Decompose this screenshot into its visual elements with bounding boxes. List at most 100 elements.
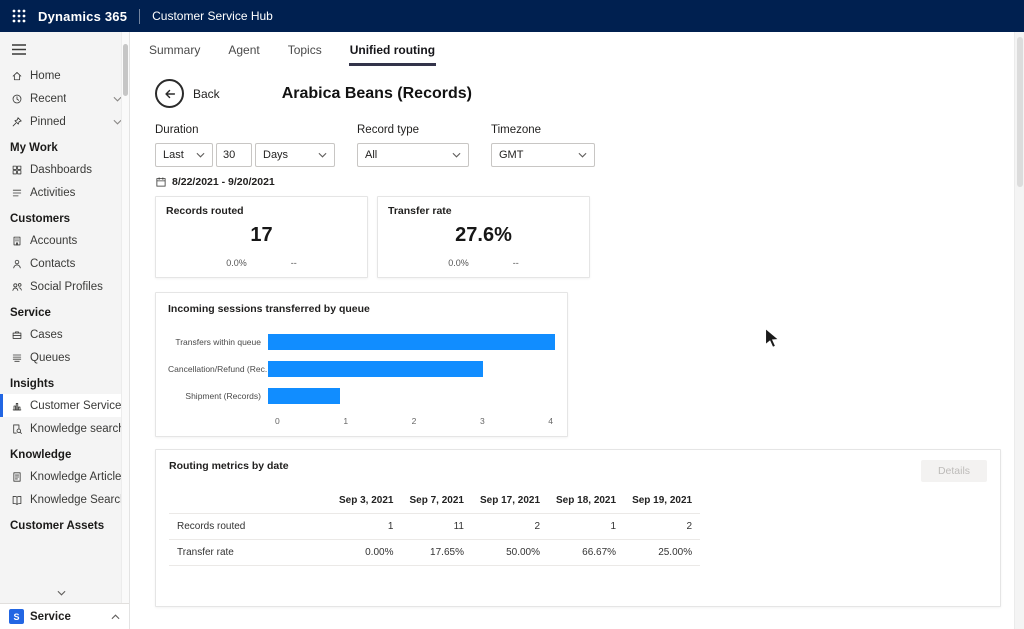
scrollbar-thumb[interactable] [123,44,128,96]
duration-filter: Duration Last Days [155,124,335,167]
back-arrow-icon [163,87,177,101]
person-icon [11,258,23,270]
sidebar-item-label: Accounts [30,235,77,247]
sessions-chart-card: Incoming sessions transferred by queue T… [155,292,568,437]
duration-mode-select[interactable]: Last [155,143,213,167]
duration-count-input[interactable] [216,143,252,167]
sidebar-item-pinned[interactable]: Pinned [0,110,129,133]
sidebar-item-activities[interactable]: Activities [0,181,129,204]
cell-value: 25.00% [624,540,700,566]
routing-metrics-card: Routing metrics by date Details Sep 3, 2… [155,449,1001,607]
sidebar-item-cases[interactable]: Cases [0,323,129,346]
sidebar-item-label: Recent [30,93,66,105]
sidebar-section-customers: Customers [0,204,129,229]
bar-chart: Transfers within queue Cancellation/Refun… [168,328,555,426]
sidebar-item-knowledge-articles[interactable]: Knowledge Articles [0,465,129,488]
kpi-change: 0.0% [448,258,469,268]
record-type-label: Record type [357,124,469,136]
bar-category-label: Transfers within queue [168,337,268,347]
tab-summary[interactable]: Summary [148,38,201,66]
book-icon [11,494,23,506]
sidebar-item-customer-service[interactable]: Customer Service ... [0,394,129,417]
sidebar-item-knowledge-search[interactable]: Knowledge search... [0,417,129,440]
duration-unit-select[interactable]: Days [255,143,335,167]
chevron-up-icon [111,614,120,620]
main-content: Summary Agent Topics Unified routing Back A… [130,32,1024,629]
sidebar-item-label: Pinned [30,116,66,128]
x-tick-label: 4 [548,416,553,426]
x-tick-label: 3 [480,416,485,426]
cell-value: 1 [548,514,624,540]
sidebar-item-contacts[interactable]: Contacts [0,252,129,275]
cell-value: 11 [401,514,471,540]
kpi-trend: -- [513,258,519,268]
bar[interactable] [268,334,555,350]
bar[interactable] [268,388,340,404]
sidebar-more-chevron-icon[interactable] [0,584,122,599]
tab-topics[interactable]: Topics [287,38,323,66]
sidebar-item-recent[interactable]: Recent [0,87,129,110]
sidebar-nav: HomeRecentPinnedMy WorkDashboardsActivit… [0,64,129,536]
calendar-icon [155,176,167,188]
activity-icon [11,187,23,199]
sidebar-item-home[interactable]: Home [0,64,129,87]
top-app-bar: Dynamics 365 Customer Service Hub [0,0,1024,32]
hamburger-menu-icon[interactable] [0,32,38,64]
sidebar-scrollbar[interactable] [121,32,129,603]
app-brand[interactable]: Dynamics 365 [38,9,127,24]
timezone-select[interactable]: GMT [491,143,595,167]
sidebar-item-label: Customer Service ... [30,400,122,412]
kpi-row: Records routed 17 0.0% -- Transfer rate … [155,196,1024,278]
column-header: Sep 19, 2021 [624,488,700,514]
back-label: Back [193,87,220,101]
chevron-down-icon [318,152,327,158]
table-row-transfer-rate: Transfer rate0.00%17.65%50.00%66.67%25.0… [169,540,700,566]
sidebar-section-insights: Insights [0,369,129,394]
column-header: Sep 18, 2021 [548,488,624,514]
chevron-down-icon [578,152,587,158]
tab-unified-routing[interactable]: Unified routing [349,38,436,66]
cell-value: 50.00% [472,540,548,566]
cell-value: 17.65% [401,540,471,566]
cell-value: 2 [472,514,548,540]
kpi-card-transfer-rate: Transfer rate 27.6% 0.0% -- [377,196,590,278]
back-button[interactable] [155,79,184,108]
date-range-text: 8/22/2021 - 9/20/2021 [172,176,275,188]
kpi-title: Transfer rate [388,205,579,217]
kpi-change: 0.0% [226,258,247,268]
scrollbar-thumb[interactable] [1017,37,1023,187]
bar-category-label: Shipment (Records) [168,391,268,401]
column-header: Sep 7, 2021 [401,488,471,514]
chevron-down-icon [452,152,461,158]
date-range: 8/22/2021 - 9/20/2021 [155,176,1024,188]
sidebar-item-label: Social Profiles [30,281,103,293]
sidebar-item-queues[interactable]: Queues [0,346,129,369]
waffle-menu-icon[interactable] [12,9,26,23]
sidebar-item-knowledge-search[interactable]: Knowledge Search [0,488,129,511]
sidebar-item-accounts[interactable]: Accounts [0,229,129,252]
main-scrollbar[interactable] [1014,32,1024,629]
sidebar-item-label: Cases [30,329,63,341]
page-header: Back Arabica Beans (Records) [155,79,1024,108]
metrics-table-head: Sep 3, 2021Sep 7, 2021Sep 17, 2021Sep 18… [169,488,700,514]
dashboard-icon [11,164,23,176]
bar[interactable] [268,361,483,377]
timezone-filter: Timezone GMT [491,124,595,167]
table-title: Routing metrics by date [169,460,289,472]
table-row-records-routed: Records routed111212 [169,514,700,540]
tab-agent[interactable]: Agent [227,38,260,66]
sidebar-item-dashboards[interactable]: Dashboards [0,158,129,181]
doc-search-icon [11,423,23,435]
x-tick-label: 2 [412,416,417,426]
area-switcher[interactable]: S Service [0,603,129,629]
app-name[interactable]: Customer Service Hub [152,9,273,23]
details-button[interactable]: Details [921,460,987,482]
column-header: Sep 17, 2021 [472,488,548,514]
bar-chart-rows: Transfers within queue Cancellation/Refun… [168,328,555,409]
record-type-select[interactable]: All [357,143,469,167]
home-icon [11,70,23,82]
cell-value: 2 [624,514,700,540]
bar-category-label: Cancellation/Refund (Rec... [168,364,268,374]
report-tabs: Summary Agent Topics Unified routing [130,32,1024,66]
sidebar-item-social-profiles[interactable]: Social Profiles [0,275,129,298]
